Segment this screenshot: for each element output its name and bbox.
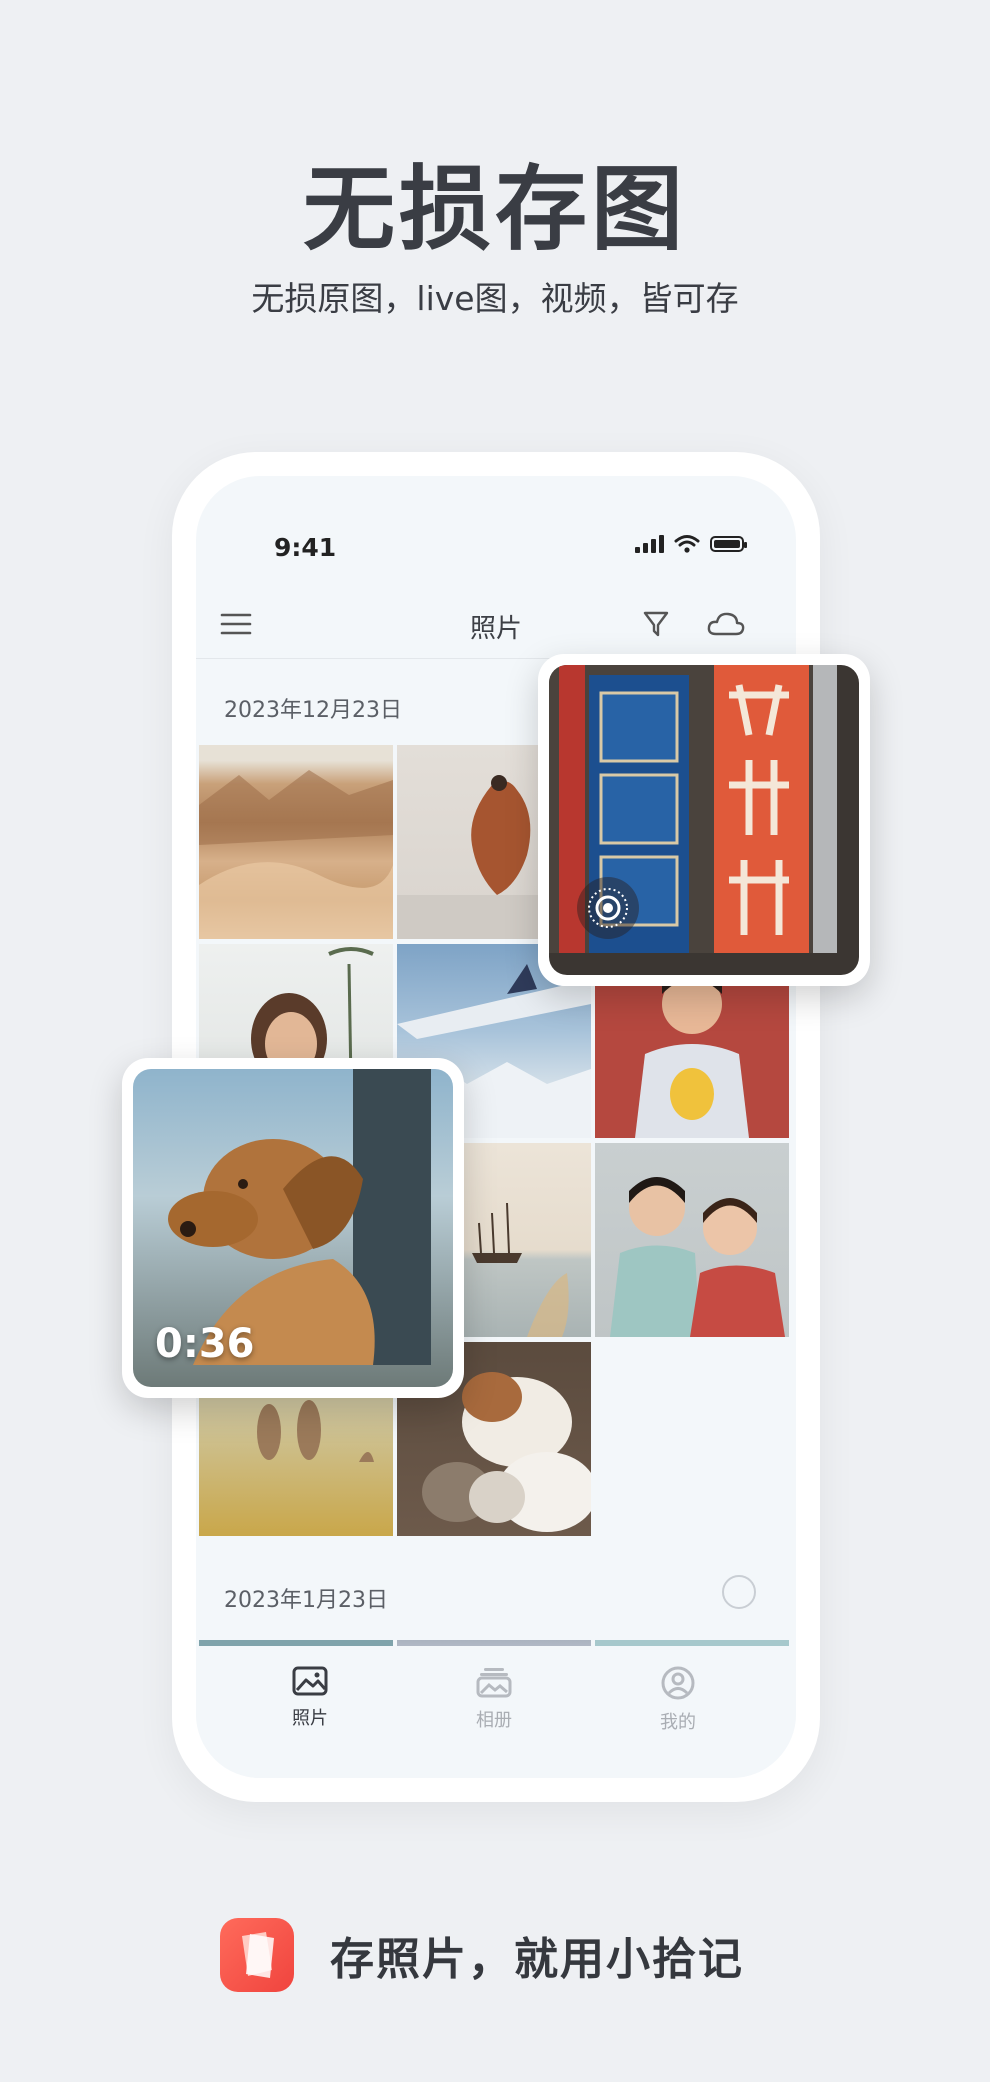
status-icons <box>635 534 747 554</box>
photo-thumb-desert[interactable] <box>199 745 393 939</box>
select-section-circle[interactable] <box>722 1575 756 1609</box>
tab-photos[interactable]: 照片 <box>250 1666 370 1730</box>
tab-profile[interactable]: 我的 <box>618 1666 738 1734</box>
tab-label: 相册 <box>476 1710 512 1731</box>
wifi-icon <box>674 535 700 553</box>
tab-label: 我的 <box>660 1712 696 1733</box>
filter-icon[interactable] <box>636 604 676 644</box>
app-bar: 照片 <box>196 586 796 659</box>
tab-label: 照片 <box>292 1708 328 1729</box>
section-date: 2023年1月23日 <box>224 1588 388 1613</box>
profile-icon <box>661 1666 695 1700</box>
footer: 存照片，就用小拾记 <box>220 1918 744 1992</box>
signal-icon <box>635 535 664 553</box>
video-thumbnail: 0:36 <box>133 1069 453 1387</box>
headline: 无损存图 <box>302 156 687 263</box>
app-logo-icon <box>220 1918 294 1992</box>
battery-icon <box>710 536 747 552</box>
album-icon <box>476 1668 512 1698</box>
video-duration: 0:36 <box>155 1321 255 1367</box>
live-photo-icon <box>577 877 639 939</box>
photo-icon <box>292 1666 328 1696</box>
section-date: 2023年12月23日 <box>224 698 402 723</box>
video-card[interactable]: 0:36 <box>122 1058 464 1398</box>
live-photo-card[interactable] <box>538 654 870 986</box>
tab-bar: 照片 相册 我的 <box>196 1646 796 1778</box>
tab-albums[interactable]: 相册 <box>434 1666 554 1732</box>
footer-slogan: 存照片，就用小拾记 <box>330 1934 744 1985</box>
cloud-icon[interactable] <box>706 604 746 644</box>
status-time: 9:41 <box>274 533 337 562</box>
subhead: 无损原图，live图，视频，皆可存 <box>251 279 739 318</box>
photo-thumb-kids[interactable] <box>595 1143 789 1337</box>
live-photo-image <box>549 665 859 975</box>
